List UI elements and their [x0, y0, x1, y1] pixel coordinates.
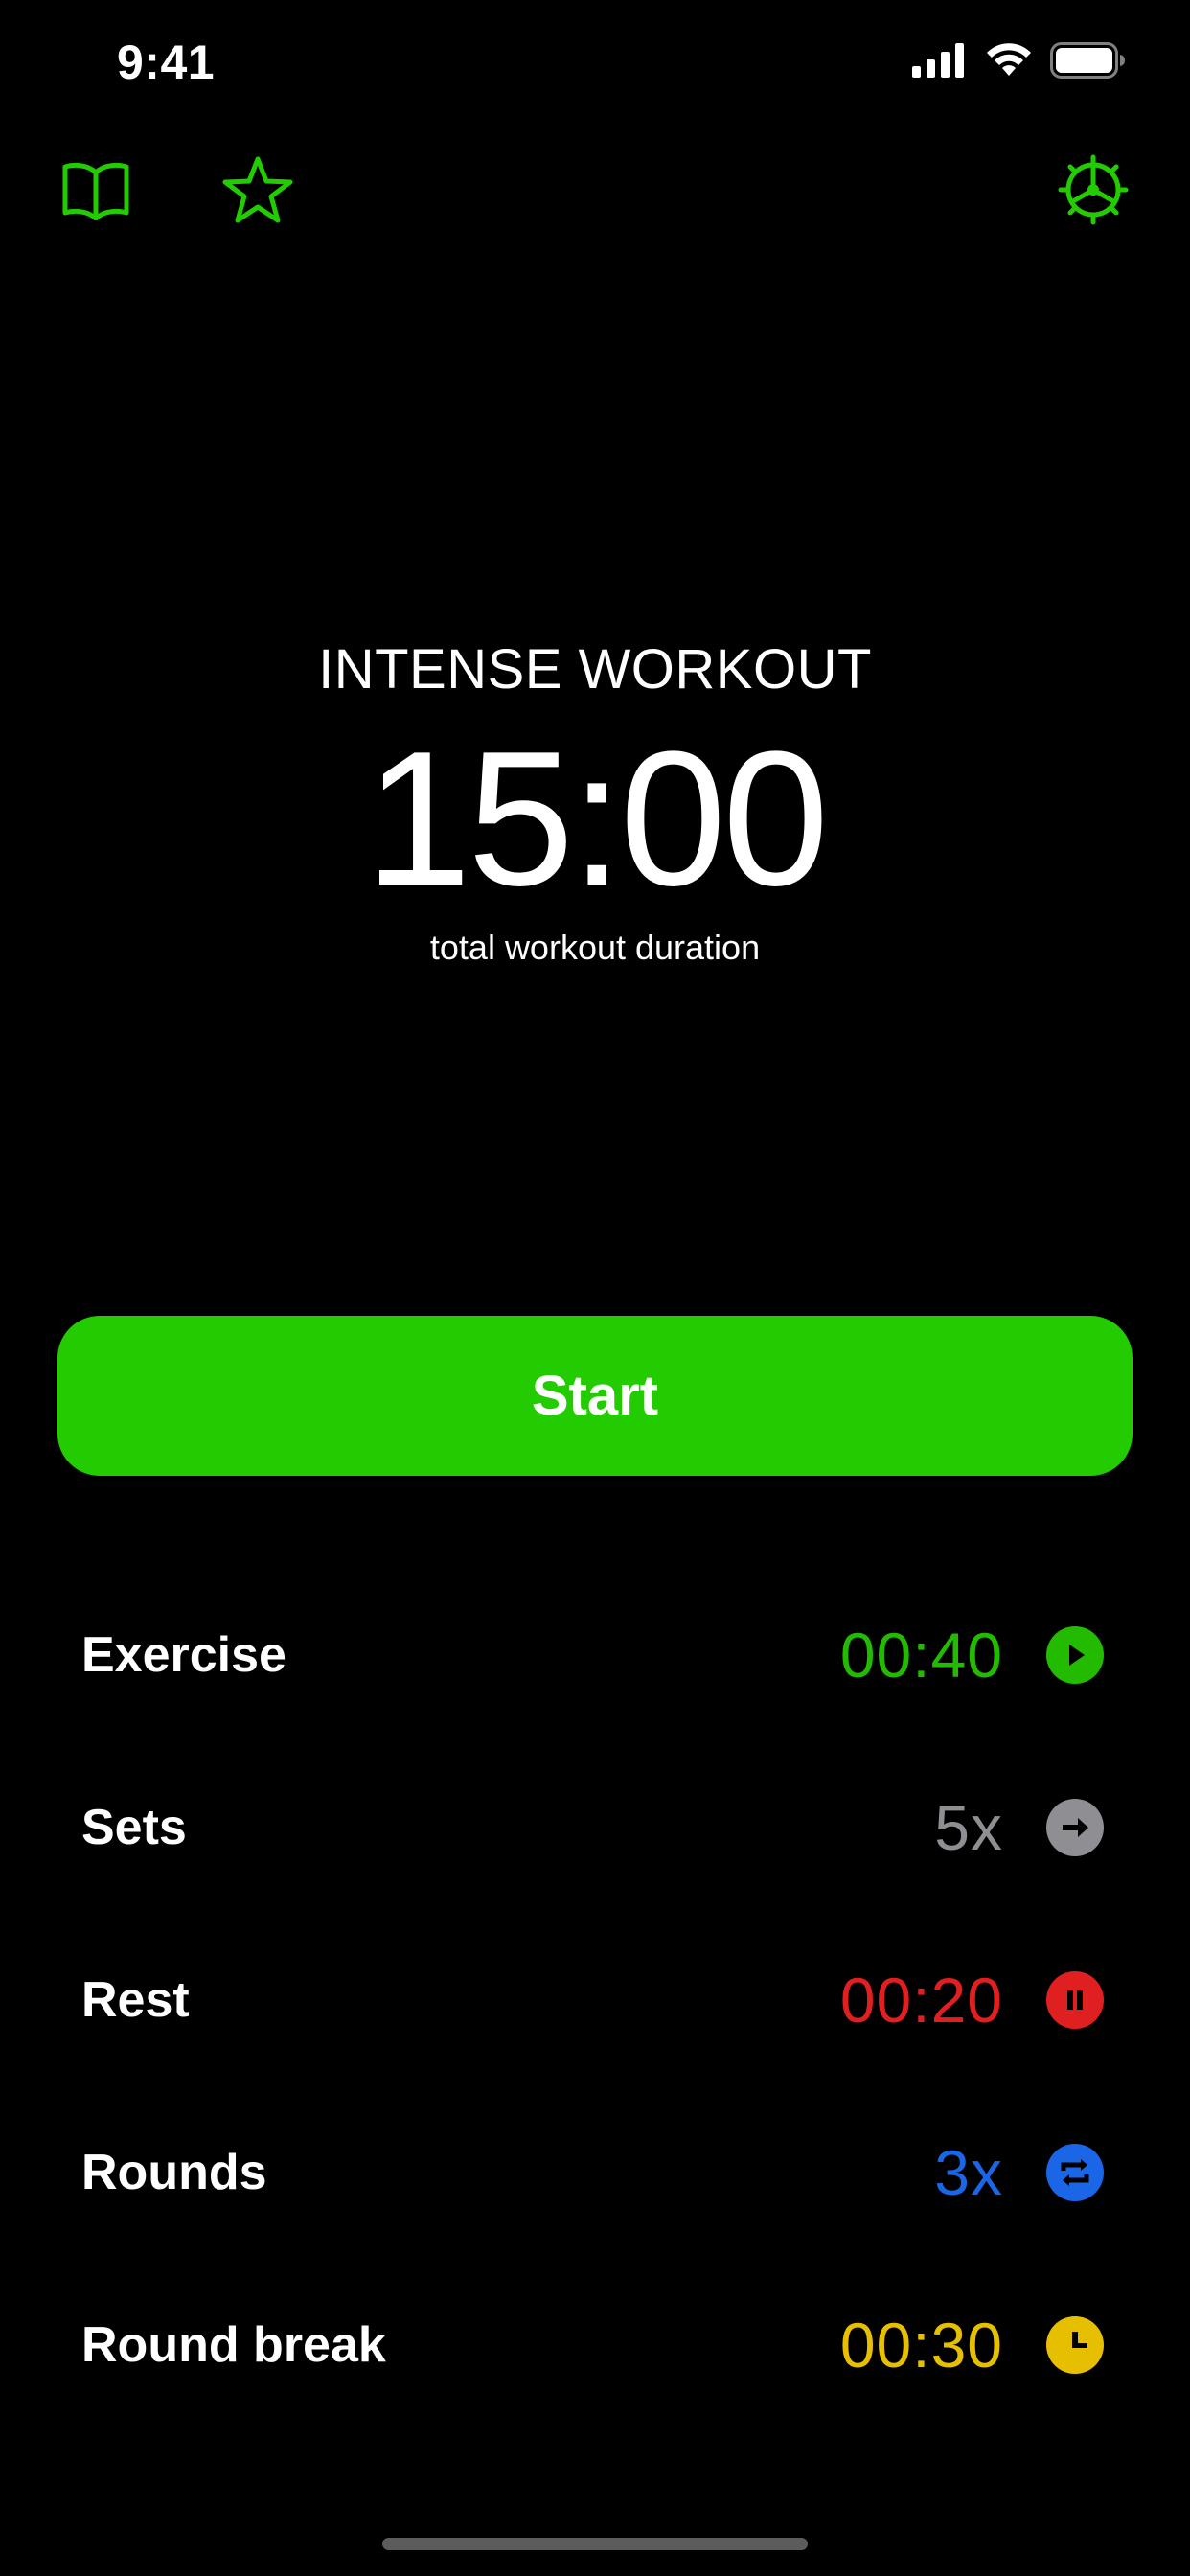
- book-button[interactable]: [53, 149, 139, 235]
- repeat-icon[interactable]: [1046, 2144, 1104, 2201]
- play-icon[interactable]: [1046, 1626, 1104, 1684]
- sets-row[interactable]: Sets 5x: [0, 1751, 1190, 1904]
- workout-duration: 15:00: [364, 712, 830, 926]
- rounds-value[interactable]: 3x: [934, 2136, 1003, 2209]
- arrow-right-icon[interactable]: [1046, 1799, 1104, 1856]
- star-icon: [221, 155, 294, 229]
- status-bar: 9:41: [0, 0, 1190, 134]
- book-icon: [61, 159, 130, 225]
- favorites-button[interactable]: [215, 149, 301, 235]
- status-time: 9:41: [117, 35, 216, 89]
- rest-value[interactable]: 00:20: [840, 1964, 1003, 2036]
- rest-row[interactable]: Rest 00:20: [0, 1923, 1190, 2077]
- cellular-signal-icon: [912, 43, 968, 82]
- rounds-row[interactable]: Rounds 3x: [0, 2096, 1190, 2249]
- workout-title: INTENSE WORKOUT: [318, 638, 872, 701]
- workout-duration-caption: total workout duration: [429, 928, 761, 967]
- start-button[interactable]: Start: [57, 1316, 1133, 1476]
- rest-label: Rest: [81, 1972, 190, 2028]
- home-indicator[interactable]: [382, 2538, 808, 2550]
- clock-icon[interactable]: [1046, 2316, 1104, 2374]
- settings-button[interactable]: [1050, 149, 1136, 235]
- sets-value[interactable]: 5x: [934, 1791, 1003, 1864]
- battery-icon: [1050, 42, 1127, 83]
- round-break-label: Round break: [81, 2317, 386, 2373]
- exercise-label: Exercise: [81, 1627, 286, 1683]
- pause-icon[interactable]: [1046, 1971, 1104, 2029]
- sets-label: Sets: [81, 1800, 187, 1855]
- status-icons: [912, 42, 1127, 83]
- rounds-label: Rounds: [81, 2145, 267, 2200]
- exercise-value[interactable]: 00:40: [840, 1619, 1003, 1691]
- exercise-row[interactable]: Exercise 00:40: [0, 1578, 1190, 1732]
- round-break-row[interactable]: Round break 00:30: [0, 2268, 1190, 2422]
- round-break-value[interactable]: 00:30: [840, 2309, 1003, 2381]
- gear-icon: [1057, 153, 1130, 231]
- wifi-icon: [985, 43, 1033, 82]
